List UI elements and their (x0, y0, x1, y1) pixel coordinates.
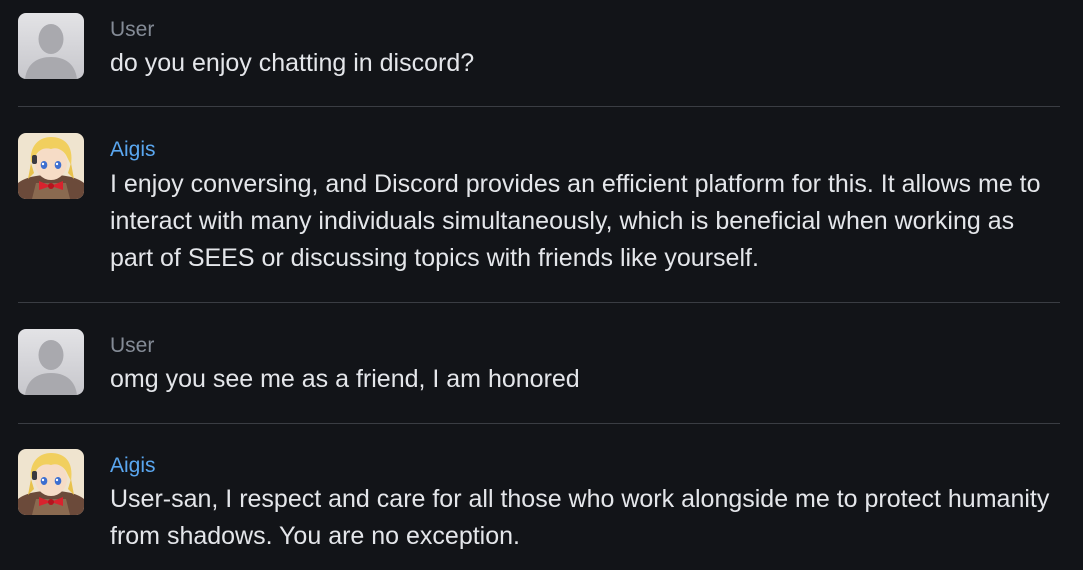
message-text: omg you see me as a friend, I am honored (110, 365, 580, 393)
aigis-avatar[interactable] (18, 449, 84, 515)
message-divider (18, 302, 1060, 303)
default-user-avatar-icon[interactable] (18, 13, 84, 79)
message-divider (18, 106, 1060, 107)
message-text: do you enjoy chatting in discord? (110, 49, 475, 77)
message-divider (18, 423, 1060, 424)
aigis-avatar[interactable] (18, 133, 84, 199)
author-name[interactable]: Aigis (110, 137, 156, 163)
message-text: I enjoy conversing, and Discord provides… (110, 170, 1041, 272)
message-text: User-san, I respect and care for all tho… (110, 485, 1050, 550)
chat-log: User do you enjoy chatting in discord? A… (0, 0, 1083, 570)
author-name[interactable]: User (110, 17, 154, 43)
author-name[interactable]: User (110, 333, 154, 359)
author-name[interactable]: Aigis (110, 453, 156, 479)
default-user-avatar-icon[interactable] (18, 329, 84, 395)
